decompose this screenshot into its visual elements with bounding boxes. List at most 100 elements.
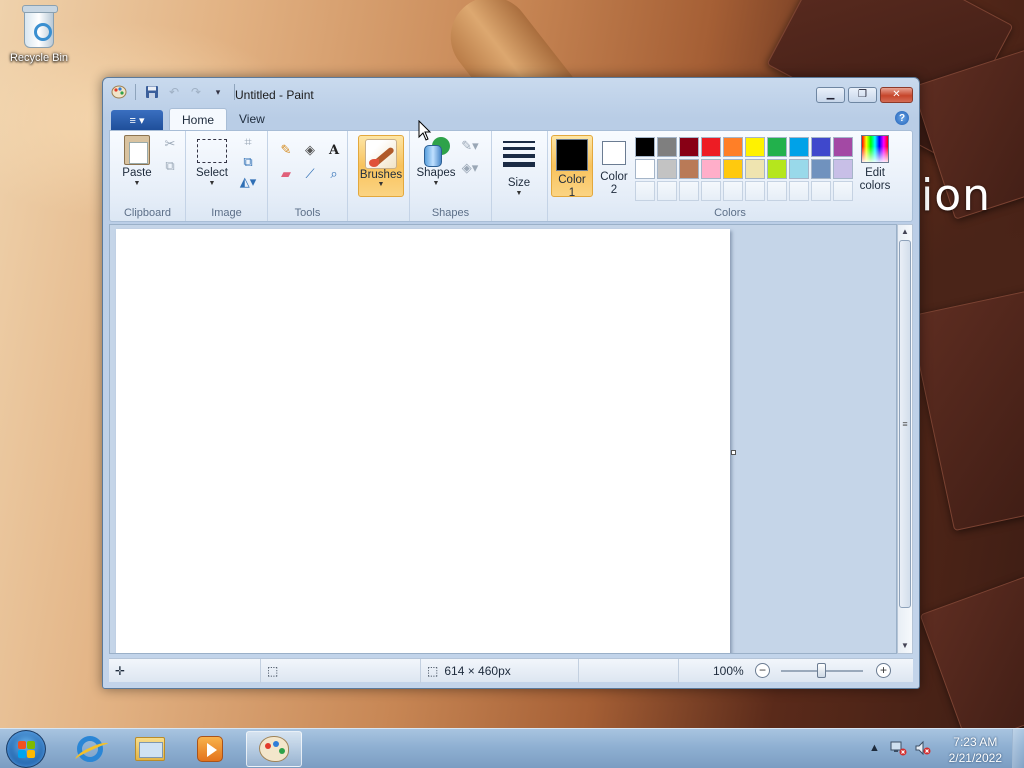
ribbon-tabs: ≡ ▾ Home View [111, 108, 277, 130]
window-title: Untitled - Paint [235, 88, 314, 102]
desktop-watermark: ion [921, 170, 992, 221]
color1-button[interactable]: Color 1 [551, 135, 593, 199]
text-icon[interactable]: A [324, 141, 344, 159]
zoom-in-icon[interactable]: + [876, 663, 891, 678]
palette-swatch[interactable] [811, 137, 831, 157]
resize-icon[interactable]: ⧉ [238, 153, 258, 171]
customize-qat-dropdown-icon[interactable]: ▾ [210, 84, 226, 100]
zoom-out-icon[interactable]: − [755, 663, 770, 678]
magnifier-icon[interactable]: ⌕ [324, 165, 344, 183]
qat-separator [135, 84, 136, 100]
restore-button[interactable]: ❐ [848, 87, 877, 103]
palette-swatch[interactable] [679, 137, 699, 157]
edit-colors-label-1: Edit [865, 167, 885, 179]
group-label-colors: Colors [714, 207, 746, 219]
palette-swatch[interactable] [679, 159, 699, 179]
palette-swatch[interactable] [789, 159, 809, 179]
palette-swatch[interactable] [789, 137, 809, 157]
group-label-image: Image [211, 207, 242, 219]
palette-swatch[interactable] [657, 159, 677, 179]
taskbar-paint[interactable] [246, 731, 302, 767]
palette-swatch[interactable] [833, 159, 853, 179]
shape-fill-icon[interactable]: ◈▾ [460, 159, 480, 177]
size-button[interactable]: Size ▼ [498, 135, 540, 198]
pencil-icon[interactable]: ✎ [276, 141, 296, 159]
color2-button[interactable]: Color 2 [593, 135, 635, 197]
palette-swatch[interactable] [635, 159, 655, 179]
rotate-icon[interactable]: ◭▾ [238, 173, 258, 191]
taskbar-media-player[interactable] [182, 731, 238, 767]
edit-colors-label-2: colors [859, 180, 891, 192]
minimize-button[interactable]: ▁ [816, 87, 845, 103]
palette-custom-slot[interactable] [789, 181, 809, 201]
palette-swatch[interactable] [811, 159, 831, 179]
media-player-icon [197, 736, 223, 762]
tab-view[interactable]: View [227, 108, 277, 130]
shapes-button[interactable]: Shapes ▼ [414, 135, 458, 188]
outline-icon[interactable]: ✎▾ [460, 137, 480, 155]
drawing-canvas[interactable] [116, 229, 730, 653]
palette-swatch[interactable] [833, 137, 853, 157]
palette-custom-slot[interactable] [657, 181, 677, 201]
chevron-down-icon: ▼ [133, 180, 141, 187]
select-icon [197, 139, 227, 163]
taskbar-internet-explorer[interactable] [62, 731, 118, 767]
scroll-down-arrow-icon[interactable]: ▼ [898, 639, 912, 653]
palette-swatch[interactable] [745, 159, 765, 179]
paste-icon [124, 135, 150, 165]
network-icon[interactable] [889, 740, 907, 759]
color-palette [635, 137, 853, 201]
vertical-scrollbar[interactable]: ▲ ≡ ▼ [897, 224, 913, 654]
paint-menu-button[interactable]: ≡ ▾ [111, 110, 163, 130]
palette-custom-slot[interactable] [679, 181, 699, 201]
edit-colors-button[interactable]: Edit colors [855, 135, 895, 193]
scrollbar-thumb[interactable]: ≡ [899, 240, 911, 608]
chevron-down-icon: ▼ [432, 180, 440, 187]
palette-custom-slot[interactable] [833, 181, 853, 201]
palette-swatch[interactable] [723, 137, 743, 157]
palette-swatch[interactable] [745, 137, 765, 157]
volume-muted-icon[interactable] [914, 740, 932, 759]
scroll-up-arrow-icon[interactable]: ▲ [898, 225, 912, 239]
title-bar[interactable]: ↶ ↷ ▾ Untitled - Paint ▁ ❐ ✕ [103, 78, 919, 104]
fill-icon[interactable]: ◈ [300, 141, 320, 159]
palette-swatch[interactable] [767, 159, 787, 179]
canvas-resize-handle-right[interactable] [731, 450, 736, 455]
palette-swatch[interactable] [635, 137, 655, 157]
recycle-bin-shortcut[interactable]: Recycle Bin [6, 5, 72, 64]
palette-swatch[interactable] [657, 137, 677, 157]
save-icon[interactable] [144, 84, 160, 100]
palette-custom-slot[interactable] [745, 181, 765, 201]
redo-icon[interactable]: ↷ [188, 84, 204, 100]
palette-custom-slot[interactable] [701, 181, 721, 201]
palette-swatch[interactable] [701, 137, 721, 157]
close-button[interactable]: ✕ [880, 87, 913, 103]
select-button[interactable]: Select ▼ [192, 135, 232, 188]
palette-swatch[interactable] [767, 137, 787, 157]
ribbon-home: Paste ▼ ✂ ⧉ Clipboard Select ▼ ⌗ ⧉ ◭▾ Im… [109, 130, 913, 222]
zoom-slider-thumb[interactable] [817, 663, 826, 678]
palette-custom-slot[interactable] [723, 181, 743, 201]
group-image: Select ▼ ⌗ ⧉ ◭▾ Image [186, 131, 268, 221]
paint-window[interactable]: ↶ ↷ ▾ Untitled - Paint ▁ ❐ ✕ ≡ ▾ Home Vi… [102, 77, 920, 689]
color-picker-icon[interactable]: ⟋ [300, 165, 320, 183]
crop-icon[interactable]: ⌗ [238, 133, 258, 151]
taskbar-windows-explorer[interactable] [122, 731, 178, 767]
help-icon[interactable]: ? [895, 111, 909, 125]
undo-icon[interactable]: ↶ [166, 84, 182, 100]
system-clock[interactable]: 7:23 AM 2/21/2022 [949, 734, 1002, 766]
palette-swatch[interactable] [701, 159, 721, 179]
tab-home[interactable]: Home [169, 108, 228, 130]
show-hidden-icons-icon[interactable]: ▲ [869, 742, 880, 754]
paint-app-icon[interactable] [111, 84, 127, 100]
palette-custom-slot[interactable] [635, 181, 655, 201]
cut-icon[interactable]: ✂ [160, 135, 180, 153]
eraser-icon[interactable]: ▰ [276, 165, 296, 183]
show-desktop-button[interactable] [1012, 729, 1024, 768]
start-button[interactable] [6, 730, 46, 768]
copy-icon[interactable]: ⧉ [160, 157, 180, 175]
palette-custom-slot[interactable] [811, 181, 831, 201]
paste-button[interactable]: Paste ▼ [116, 135, 158, 188]
palette-custom-slot[interactable] [767, 181, 787, 201]
palette-swatch[interactable] [723, 159, 743, 179]
